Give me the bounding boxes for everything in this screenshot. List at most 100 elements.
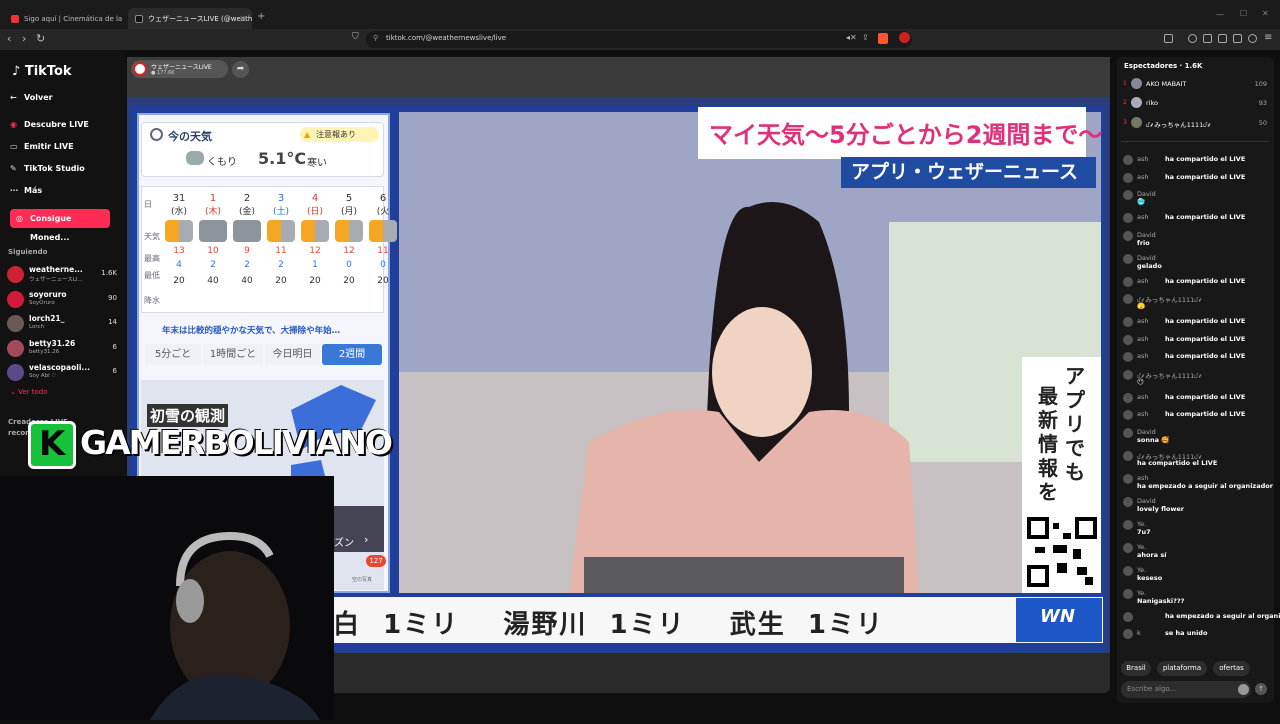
chat-username[interactable]: ash: [1137, 393, 1149, 401]
sidebar-toggle-icon[interactable]: [1164, 34, 1173, 43]
share-button[interactable]: ➦: [232, 61, 249, 78]
rewards-icon[interactable]: [899, 32, 910, 43]
following-item[interactable]: soyoruro SoyOruro 90: [7, 289, 117, 309]
close-tab-icon[interactable]: ✕: [239, 8, 246, 30]
following-item[interactable]: betty31.26 betty31.26 6: [7, 338, 117, 358]
reload-icon[interactable]: ↻: [36, 32, 45, 45]
chat-username[interactable]: ash: [1137, 474, 1149, 482]
chat-message[interactable]: ash ha compartido el LIVE: [1121, 409, 1271, 425]
chat-username[interactable]: ᦔ⸙みっちゃん1111ᦔ⸙: [1137, 370, 1202, 381]
chat-username[interactable]: David: [1137, 190, 1156, 198]
back-icon[interactable]: ‹: [7, 32, 11, 45]
chat-username[interactable]: ash: [1137, 213, 1149, 221]
channel-avatar[interactable]: [133, 62, 147, 76]
chat-message[interactable]: k se ha unido: [1121, 628, 1271, 644]
chat-username[interactable]: Ye.: [1137, 520, 1146, 528]
extensions-icon[interactable]: [1233, 34, 1242, 43]
chat-username[interactable]: ᦔ⸙みっちゃん1111ᦔ⸙: [1137, 294, 1202, 305]
top-viewer-row[interactable]: 1 AKO MABAIT 109: [1121, 77, 1269, 91]
nav-discover-live[interactable]: ◉ Descubre LIVE: [10, 120, 89, 129]
maximize-icon[interactable]: ☐: [1240, 9, 1247, 18]
chat-message[interactable]: ash ha compartido el LIVE: [1121, 172, 1271, 188]
forecast-article-link[interactable]: 年末は比較的穏やかな天気で、大掃除や年始…: [162, 324, 340, 336]
chat-message[interactable]: David 🥶: [1121, 189, 1271, 211]
chat-username[interactable]: David: [1137, 428, 1156, 436]
chat-message[interactable]: ash ha compartido el LIVE: [1121, 212, 1271, 228]
chat-username[interactable]: ash: [1137, 410, 1149, 418]
chat-message[interactable]: Ye. keseso: [1121, 565, 1271, 587]
nav-back[interactable]: ← Volver: [10, 93, 53, 102]
chat-message[interactable]: ha empezado a seguir al organizador: [1121, 611, 1280, 627]
chat-message[interactable]: ash ha compartido el LIVE: [1121, 392, 1271, 408]
mute-icon[interactable]: ◂✕: [846, 33, 857, 42]
chat-username[interactable]: ash: [1137, 173, 1149, 181]
chat-message[interactable]: ᦔ⸙みっちゃん1111ᦔ⸙ 🫣: [1121, 293, 1271, 315]
suggestion-chip[interactable]: ofertas: [1213, 661, 1250, 676]
top-viewer-row[interactable]: 2 riko 93: [1121, 96, 1269, 110]
music-icon[interactable]: [1188, 34, 1197, 43]
chat-username[interactable]: Ye.: [1137, 589, 1146, 597]
minimize-icon[interactable]: —: [1216, 10, 1224, 19]
chat-message[interactable]: ash ha compartido el LIVE: [1121, 276, 1271, 292]
nav-go-live[interactable]: ▭ Emitir LIVE: [10, 142, 74, 151]
chat-username[interactable]: David: [1137, 497, 1156, 505]
chat-message[interactable]: ash ha compartido el LIVE: [1121, 316, 1271, 332]
suggestion-chip[interactable]: plataforma: [1157, 661, 1207, 676]
tab-today-tomorrow[interactable]: 今日明日: [265, 344, 320, 365]
chat-message[interactable]: David lovely flower: [1121, 496, 1271, 518]
wallet-icon[interactable]: [1218, 34, 1227, 43]
chat-username[interactable]: ash: [1137, 352, 1149, 360]
chat-input[interactable]: Escribe algo...: [1121, 681, 1251, 698]
send-button[interactable]: ↑: [1255, 683, 1267, 695]
share-icon[interactable]: ⇪: [862, 33, 869, 42]
chat-message[interactable]: ash ha compartido el LIVE: [1121, 154, 1271, 170]
suggestion-chip[interactable]: Brasil: [1121, 661, 1151, 676]
chat-message[interactable]: David frio: [1121, 230, 1271, 252]
close-window-icon[interactable]: ✕: [1262, 9, 1269, 18]
tab-hourly[interactable]: 1時間ごと: [203, 344, 263, 365]
chat-username[interactable]: k: [1137, 629, 1141, 637]
chat-username[interactable]: ash: [1137, 277, 1149, 285]
url-bar[interactable]: ⚲ tiktok.com/@weathernewslive/live: [366, 31, 912, 48]
nav-studio[interactable]: ✎ TikTok Studio: [10, 164, 85, 173]
following-item[interactable]: weatherne... ウェザーニュースLI... 1.6K: [7, 264, 117, 284]
brave-shield-icon[interactable]: [878, 33, 888, 44]
browser-tab-2[interactable]: ウェザーニュースLIVE (@weathe... ✕: [128, 8, 252, 30]
emoji-icon[interactable]: [1238, 684, 1249, 695]
see-all-link[interactable]: ⌄ Ver todo: [10, 388, 48, 396]
chat-username[interactable]: Ye.: [1137, 543, 1146, 551]
tab-2weeks[interactable]: 2週間: [322, 344, 382, 365]
top-viewer-row[interactable]: 3 ᦔ⸙みっちゃん1111ᦔ⸙ 50: [1121, 116, 1269, 130]
chat-username[interactable]: ash: [1137, 317, 1149, 325]
chat-message[interactable]: David gelado: [1121, 253, 1271, 275]
new-tab-button[interactable]: +: [257, 11, 265, 22]
chat-message[interactable]: ᦔ⸙みっちゃん1111ᦔ⸙ 😶: [1121, 369, 1271, 391]
chat-username[interactable]: ash: [1137, 155, 1149, 163]
chat-message[interactable]: ash ha compartido el LIVE: [1121, 334, 1271, 350]
following-item[interactable]: lorch21_ Lorch 14: [7, 313, 117, 333]
chat-username[interactable]: David: [1137, 231, 1156, 239]
chevron-right-icon[interactable]: ›: [364, 533, 368, 546]
panel-icon[interactable]: [1203, 34, 1212, 43]
nav-more[interactable]: ⋯ Más: [10, 186, 42, 195]
forward-icon[interactable]: ›: [22, 32, 26, 45]
chat-message[interactable]: Ye. Nanigaski???: [1121, 588, 1271, 610]
tiktok-logo[interactable]: ♪ TikTok: [12, 64, 72, 79]
chat-message[interactable]: ash ha empezado a seguir al organizador: [1121, 473, 1273, 495]
chat-message[interactable]: ᦔ⸙みっちゃん1111ᦔ⸙ ha compartido el LIVE: [1121, 450, 1271, 472]
following-item[interactable]: velascopaoli... Soy Abi ♡ 6: [7, 362, 117, 382]
menu-icon[interactable]: ≡: [1264, 32, 1272, 43]
vpn-icon[interactable]: [1248, 34, 1257, 43]
chat-message[interactable]: David sonna 🥰: [1121, 427, 1271, 449]
chat-username[interactable]: Ye.: [1137, 566, 1146, 574]
site-info-icon[interactable]: ⚲: [373, 34, 378, 42]
tab-5min[interactable]: 5分ごと: [145, 344, 201, 365]
chat-message[interactable]: Ye. 7u7: [1121, 519, 1271, 541]
get-coins-button[interactable]: ◎ Consigue Moned...: [10, 209, 110, 242]
chat-message[interactable]: ash ha compartido el LIVE: [1121, 351, 1271, 367]
chat-username[interactable]: ash: [1137, 335, 1149, 343]
bookmark-icon[interactable]: ⛉: [352, 32, 359, 42]
browser-tab-1[interactable]: Sigo aquí | Cinemática de la tempor...: [4, 8, 124, 30]
chat-username[interactable]: David: [1137, 254, 1156, 262]
chat-message[interactable]: Ye. ahora sí: [1121, 542, 1271, 564]
